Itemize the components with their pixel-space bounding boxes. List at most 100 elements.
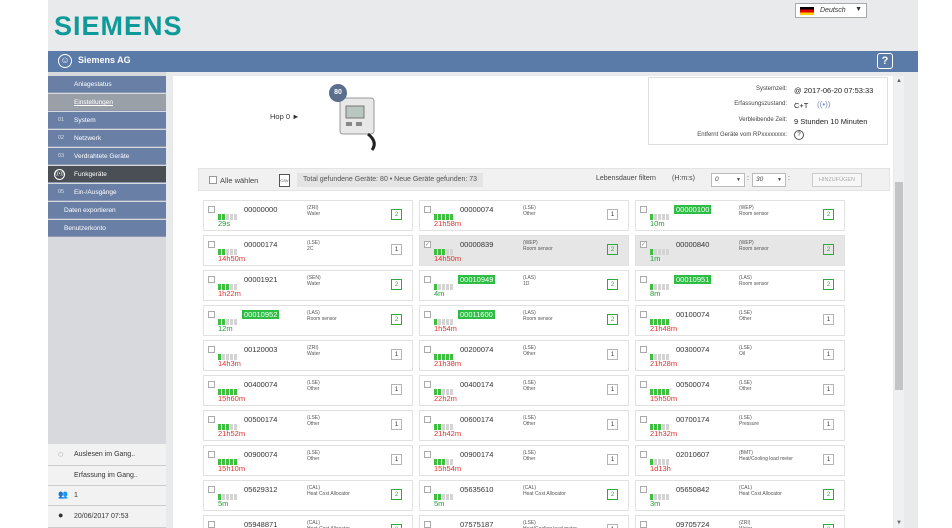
device-card[interactable]: 00010949 4m (LAS) 1D 2 (419, 270, 629, 301)
device-checkbox[interactable] (208, 521, 215, 528)
device-checkbox[interactable] (424, 346, 431, 353)
sidebar-item-ein-ausgaenge[interactable]: 05 Ein-/Ausgänge (48, 184, 166, 201)
device-card[interactable]: 00500074 15h50m (LSE) Other 1 (635, 375, 845, 406)
user-icon[interactable]: ☺ (58, 54, 72, 68)
device-checkbox[interactable] (208, 241, 215, 248)
device-card[interactable]: 05650842 3m (CAL) Heat Cost Allocator 2 (635, 480, 845, 511)
device-checkbox[interactable] (424, 381, 431, 388)
device-type: (CAL)Heat Cost Allocator (739, 485, 782, 497)
device-checkbox[interactable] (640, 311, 647, 318)
device-checkbox[interactable] (424, 311, 431, 318)
device-channel-badge: 2 (391, 489, 402, 500)
device-type-name: Other (523, 211, 536, 217)
device-card[interactable]: 02010607 1d13h (BMT) Heat/Cooling load mete… (635, 445, 845, 476)
device-card[interactable]: 00400074 15h60m (LSE) Other 1 (203, 375, 413, 406)
device-card[interactable]: 05635610 5m (CAL) Heat Cost Allocator 2 (419, 480, 629, 511)
lifetime-format-label: (H:m:s) (672, 175, 695, 182)
device-checkbox[interactable] (208, 206, 215, 213)
device-card[interactable]: 00000074 21h58m (LSE) Other 1 (419, 200, 629, 231)
device-checkbox[interactable] (640, 521, 647, 528)
language-select[interactable]: Deutsch ▼ (795, 3, 867, 18)
device-card[interactable]: ✓ 00000840 1m (WEP) Room sensor 2 (635, 235, 845, 266)
device-checkbox[interactable] (208, 346, 215, 353)
device-address: 00400074 (244, 380, 278, 389)
sidebar-item-verdrahtete-geraete[interactable]: 03 Verdrahtete Geräte (48, 148, 166, 165)
sidebar-item-daten-exportieren[interactable]: Daten exportieren (48, 202, 166, 219)
device-card[interactable]: 00011600 1h54m (LAS) Room sensor 2 (419, 305, 629, 336)
scroll-up-arrow[interactable]: ▲ (896, 78, 902, 84)
device-card[interactable]: 00900174 15h54m (LSE) Other 1 (419, 445, 629, 476)
device-card[interactable]: 00500174 21h52m (LSE) Other 1 (203, 410, 413, 441)
device-card[interactable]: 00100074 21h48m (LSE) Other 1 (635, 305, 845, 336)
device-checkbox[interactable] (424, 276, 431, 283)
device-checkbox[interactable] (424, 486, 431, 493)
device-checkbox[interactable] (424, 206, 431, 213)
device-card[interactable]: 00010952 12m (LAS) Room sensor 2 (203, 305, 413, 336)
device-card[interactable]: 00700174 21h32m (LSE) Pressure 1 (635, 410, 845, 441)
sidebar-item-system[interactable]: 01 System (48, 112, 166, 129)
device-checkbox[interactable] (208, 416, 215, 423)
device-card[interactable]: 00600174 21h42m (LSE) Other 1 (419, 410, 629, 441)
sidebar-item-benutzerkonto[interactable]: Benutzerkonto (48, 220, 166, 237)
device-type: (LAS) 1D (523, 275, 536, 287)
hours-select[interactable]: 0 ▼ (711, 173, 745, 187)
minutes-select[interactable]: 30 ▼ (752, 173, 786, 187)
device-last-seen: 21h52m (218, 429, 246, 438)
vertical-scrollbar[interactable]: ▲ ▼ (894, 76, 904, 528)
sidebar-item-einstellungen[interactable]: Einstellungen (48, 94, 166, 111)
device-card[interactable]: 09705724 (ZRI)Water 2 (635, 515, 845, 528)
sidebar-item-funkgeraete[interactable]: ((•)) Funkgeräte (48, 166, 166, 183)
device-card[interactable]: 00010951 8m (LAS) Room sensor 2 (635, 270, 845, 301)
help-icon[interactable]: ? (877, 53, 893, 69)
device-card[interactable]: 05629312 5m (CAL) Heat Cost Allocator 2 (203, 480, 413, 511)
select-all-checkbox[interactable] (209, 176, 217, 184)
device-checkbox[interactable] (640, 416, 647, 423)
device-checkbox[interactable]: ✓ (424, 241, 431, 248)
device-type: (LSE) Oil (739, 345, 752, 357)
device-checkbox[interactable] (424, 416, 431, 423)
device-card[interactable]: 07575187 (LSE)Heat/Cooling load meter 1 (419, 515, 629, 528)
sidebar-item-label: Einstellungen (74, 99, 114, 106)
device-card[interactable]: 00300074 21h28m (LSE) Oil 1 (635, 340, 845, 371)
sidebar-item-anlagestatus[interactable]: Anlagestatus (48, 76, 166, 93)
device-type-name: Heat Cost Allocator (739, 491, 782, 497)
add-button[interactable]: HINZUFÜGEN (812, 173, 862, 187)
device-checkbox[interactable] (208, 451, 215, 458)
remaining-time-value: 9 Stunden 10 Minuten (794, 117, 868, 126)
device-card[interactable]: 00000000 29s (ZRI) Water 2 (203, 200, 413, 231)
device-card[interactable]: 00000174 14h50m (LSE) 2C 1 (203, 235, 413, 266)
select-all[interactable]: Alle wählen (209, 176, 258, 185)
device-checkbox[interactable] (640, 206, 647, 213)
device-type: (LSE)Heat/Cooling load meter (523, 520, 577, 528)
sidebar-item-number: 05 (58, 189, 65, 195)
capture-state-label: Erfassungszustand: (734, 101, 787, 107)
device-card[interactable]: 00200074 21h38m (LSE) Other 1 (419, 340, 629, 371)
device-checkbox[interactable] (424, 451, 431, 458)
device-card[interactable]: ✓ 00000839 14h50m (WEP) Room sensor 2 (419, 235, 629, 266)
info-icon[interactable]: ? (794, 130, 804, 140)
device-channel-badge: 1 (823, 454, 834, 465)
device-checkbox[interactable] (424, 521, 431, 528)
device-card[interactable]: 00120003 14h3m (ZRI) Water 1 (203, 340, 413, 371)
scroll-thumb[interactable] (895, 182, 903, 390)
device-checkbox[interactable] (208, 486, 215, 493)
device-checkbox[interactable] (208, 276, 215, 283)
device-card[interactable]: 00400174 22h2m (LSE) Other 1 (419, 375, 629, 406)
device-card[interactable]: 05948871 (CAL)Heat Cost Allocator 2 (203, 515, 413, 528)
device-checkbox[interactable] (640, 451, 647, 458)
device-checkbox[interactable] (208, 381, 215, 388)
device-card[interactable]: 00000100 10m (WEP) Room sensor 2 (635, 200, 845, 231)
status-users: 👥 1 (48, 486, 166, 506)
device-checkbox[interactable] (640, 486, 647, 493)
device-card[interactable]: 00900074 15h10m (LSE) Other 1 (203, 445, 413, 476)
device-checkbox[interactable] (208, 311, 215, 318)
scroll-down-arrow[interactable]: ▼ (896, 520, 902, 526)
sidebar-item-netzwerk[interactable]: 02 Netzwerk (48, 130, 166, 147)
csv-export-icon[interactable]: CSV (279, 174, 290, 187)
device-checkbox[interactable] (640, 381, 647, 388)
device-checkbox[interactable] (640, 346, 647, 353)
device-last-seen: 15h10m (218, 464, 246, 473)
device-checkbox[interactable] (640, 276, 647, 283)
device-checkbox[interactable]: ✓ (640, 241, 647, 248)
device-card[interactable]: 00001921 1h22m (SEN) Water 2 (203, 270, 413, 301)
